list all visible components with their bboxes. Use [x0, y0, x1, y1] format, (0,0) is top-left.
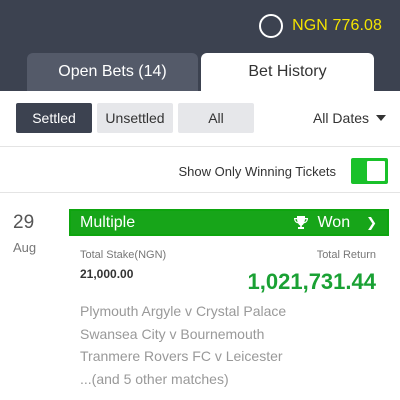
tab-open-bets[interactable]: Open Bets (14): [27, 53, 198, 91]
bet-date-day: 29: [13, 212, 35, 233]
chevron-right-icon: ❯: [366, 214, 377, 230]
winning-tickets-label: Show Only Winning Tickets: [178, 164, 336, 179]
winning-tickets-row: Show Only Winning Tickets: [0, 148, 400, 193]
caret-down-icon: [376, 115, 386, 121]
match-item: Plymouth Argyle v Crystal Palace: [80, 303, 287, 319]
total-stake-label: Total Stake(NGN): [80, 249, 167, 261]
total-return-label: Total Return: [316, 249, 376, 261]
tabs: Open Bets (14) Bet History: [27, 53, 374, 91]
total-stake-value: 21,000.00: [80, 267, 134, 281]
top-bar: NGN 776.08 Open Bets (14) Bet History: [0, 0, 400, 91]
bet-date-month: Aug: [13, 240, 37, 255]
date-range-dropdown[interactable]: All Dates: [313, 110, 386, 126]
more-matches-note: ...(and 5 other matches): [80, 370, 229, 387]
bet-status: Won ❯: [293, 214, 377, 232]
match-item: Swansea City v Bournemouth: [80, 325, 265, 342]
balance-display[interactable]: NGN 776.08: [259, 13, 382, 39]
filter-unsettled-button[interactable]: Unsettled: [97, 103, 173, 133]
filter-settled-button[interactable]: Settled: [16, 103, 92, 133]
match-item: Tranmere Rovers FC v Leicester: [80, 348, 283, 364]
toggle-knob: [367, 161, 385, 181]
bet-status-label: Won: [317, 213, 351, 231]
bet-type: Multiple: [80, 213, 136, 231]
balance-circle-icon: [259, 14, 284, 38]
winning-tickets-toggle[interactable]: [351, 158, 388, 184]
filter-bar: Settled Unsettled All All Dates: [0, 91, 400, 147]
trophy-icon: [294, 215, 309, 229]
date-range-label: All Dates: [312, 110, 369, 126]
tab-bet-history[interactable]: Bet History: [201, 53, 374, 91]
match-list: Plymouth Argyle v Crystal Palace Swansea…: [80, 300, 286, 390]
bet-card: 29 Aug Multiple Won ❯ Total Stake(NGN) 2…: [0, 194, 400, 400]
total-return-value: 1,021,731.44: [247, 269, 376, 294]
balance-amount: NGN 776.08: [292, 17, 382, 34]
bet-header-button[interactable]: Multiple Won ❯: [69, 209, 389, 236]
filter-all-button[interactable]: All: [178, 103, 254, 133]
